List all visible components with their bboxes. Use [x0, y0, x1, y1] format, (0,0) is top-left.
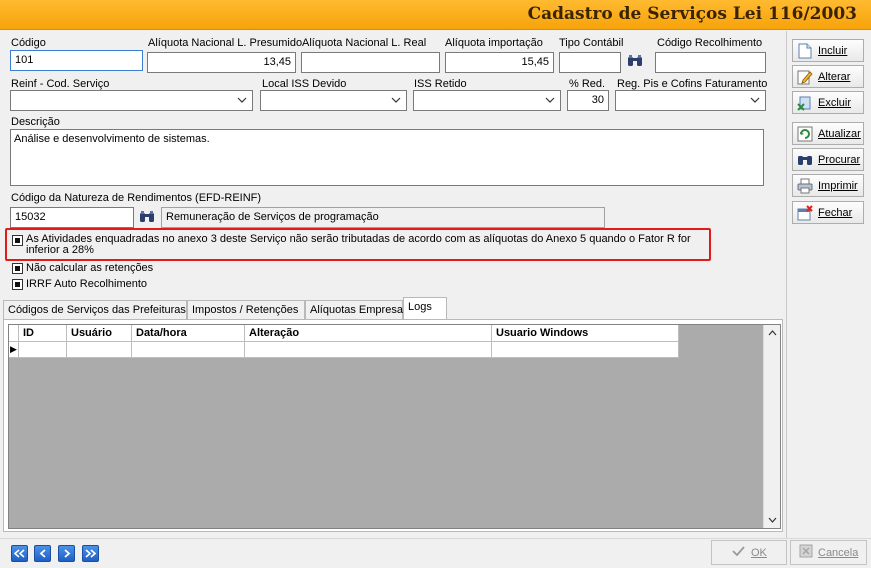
local-iss-select[interactable] — [260, 90, 407, 111]
cancela-button[interactable]: Cancela — [790, 540, 867, 565]
irrf-auto-checkbox[interactable]: IRRF Auto Recolhimento — [12, 278, 147, 290]
previous-record-icon[interactable] — [34, 545, 51, 562]
table-cell[interactable] — [245, 342, 492, 358]
anexo3-checkbox-label: As Atividades enquadradas no anexo 3 des… — [26, 233, 691, 256]
reg-pis-cofins-select[interactable] — [615, 90, 766, 111]
chevron-down-icon — [545, 94, 555, 106]
imprimir-label: Imprimir — [818, 179, 858, 192]
irrf-auto-checkbox-label: IRRF Auto Recolhimento — [26, 278, 148, 290]
aliq-real-label: Alíquota Nacional L. Real — [302, 37, 427, 49]
natureza-code-input[interactable]: 15032 — [10, 207, 134, 228]
anexo3-checkbox[interactable]: As Atividades enquadradas no anexo 3 des… — [12, 234, 692, 256]
window-title: Cadastro de Serviços Lei 116/2003 — [527, 4, 857, 24]
codigo-label: Código — [11, 37, 46, 49]
binoculars-icon[interactable] — [627, 54, 643, 71]
checkbox-box — [12, 279, 23, 290]
table-cell[interactable] — [67, 342, 132, 358]
nao-calcular-checkbox[interactable]: Não calcular as retenções — [12, 262, 153, 274]
reinf-cod-servico-select[interactable] — [10, 90, 253, 111]
aliq-importacao-label: Alíquota importação — [445, 37, 543, 49]
tab-aliquotas-empresa[interactable]: Alíquotas Empresa — [305, 300, 403, 319]
incluir-label: Incluir — [818, 44, 848, 57]
reinf-cod-servico-label: Reinf - Cod. Serviço — [11, 78, 110, 90]
tipo-contabil-label: Tipo Contábil — [559, 37, 624, 49]
excluir-label: Excluir — [818, 96, 852, 109]
incluir-button[interactable]: Incluir — [792, 39, 864, 62]
chevron-down-icon — [391, 94, 401, 106]
column-header-id[interactable]: ID — [19, 325, 67, 342]
tipo-contabil-input[interactable] — [559, 52, 621, 73]
printer-icon — [797, 178, 813, 194]
pct-red-label: % Red. — [569, 78, 606, 90]
atualizar-label: Atualizar — [818, 127, 861, 140]
delete-icon — [797, 95, 813, 111]
first-record-icon[interactable] — [11, 545, 28, 562]
nao-calcular-checkbox-label: Não calcular as retenções — [26, 262, 154, 274]
refresh-icon — [797, 126, 813, 142]
procurar-button[interactable]: Procurar — [792, 148, 864, 171]
reg-pis-cofins-label: Reg. Pis e Cofins Faturamento — [617, 78, 768, 90]
codigo-recolhimento-label: Código Recolhimento — [657, 37, 763, 49]
natureza-label: Código da Natureza de Rendimentos (EFD-R… — [11, 192, 262, 204]
aliq-real-input[interactable] — [301, 52, 440, 73]
checkbox-box — [12, 235, 23, 246]
row-indicator-header — [9, 325, 19, 342]
table-cell[interactable] — [132, 342, 245, 358]
table-row[interactable]: ▶ — [9, 342, 679, 358]
binoculars-icon[interactable] — [139, 210, 155, 227]
procurar-label: Procurar — [818, 153, 861, 166]
new-document-icon — [797, 43, 813, 59]
alterar-label: Alterar — [818, 70, 851, 83]
aliq-presumido-label: Alíquota Nacional L. Presumido — [148, 37, 303, 49]
checkbox-box — [12, 263, 23, 274]
imprimir-button[interactable]: Imprimir — [792, 174, 864, 197]
grid-header: ID Usuário Data/hora Alteração Usuario W… — [9, 325, 679, 342]
codigo-recolhimento-input[interactable] — [655, 52, 766, 73]
aliq-presumido-input[interactable]: 13,45 — [147, 52, 296, 73]
excluir-button[interactable]: Excluir — [792, 91, 864, 114]
scroll-down-icon[interactable] — [764, 512, 780, 528]
tab-codigos-prefeituras[interactable]: Códigos de Serviços das Prefeituras — [3, 300, 187, 319]
local-iss-label: Local ISS Devido — [262, 78, 347, 90]
vertical-separator — [786, 31, 787, 538]
row-indicator: ▶ — [9, 342, 19, 358]
codigo-input[interactable]: 101 — [10, 50, 143, 71]
alterar-button[interactable]: Alterar — [792, 65, 864, 88]
cancel-icon — [799, 544, 813, 561]
vertical-scrollbar[interactable] — [763, 325, 780, 528]
iss-retido-label: ISS Retido — [414, 78, 467, 90]
title-bar: Cadastro de Serviços Lei 116/2003 — [0, 0, 871, 30]
last-record-icon[interactable] — [82, 545, 99, 562]
logs-grid[interactable]: ID Usuário Data/hora Alteração Usuario W… — [8, 324, 781, 529]
natureza-description: Remuneração de Serviços de programação — [161, 207, 605, 228]
ok-label: OK — [751, 546, 767, 559]
column-header-usuario[interactable]: Usuário — [67, 325, 132, 342]
table-cell[interactable] — [19, 342, 67, 358]
fechar-label: Fechar — [818, 206, 853, 219]
binoculars-icon — [797, 152, 813, 168]
check-icon — [732, 546, 745, 559]
aliq-importacao-input[interactable]: 15,45 — [445, 52, 554, 73]
atualizar-button[interactable]: Atualizar — [792, 122, 864, 145]
column-header-usuario-windows[interactable]: Usuario Windows — [492, 325, 679, 342]
cancela-label: Cancela — [818, 546, 859, 559]
column-header-alteracao[interactable]: Alteração — [245, 325, 492, 342]
next-record-icon[interactable] — [58, 545, 75, 562]
descricao-label: Descrição — [11, 116, 60, 128]
ok-button[interactable]: OK — [711, 540, 787, 565]
close-window-icon — [797, 204, 813, 221]
chevron-down-icon — [750, 94, 760, 106]
edit-pencil-icon — [797, 69, 813, 85]
column-header-data-hora[interactable]: Data/hora — [132, 325, 245, 342]
chevron-down-icon — [237, 94, 247, 106]
scroll-up-icon[interactable] — [764, 325, 780, 341]
pct-red-input[interactable]: 30 — [567, 90, 609, 111]
descricao-textarea[interactable]: Análise e desenvolvimento de sistemas. — [10, 129, 764, 186]
table-cell[interactable] — [492, 342, 679, 358]
tab-logs[interactable]: Logs — [403, 297, 447, 319]
iss-retido-select[interactable] — [413, 90, 561, 111]
fechar-button[interactable]: Fechar — [792, 201, 864, 224]
tab-impostos-retencoes[interactable]: Impostos / Retenções — [187, 300, 305, 319]
